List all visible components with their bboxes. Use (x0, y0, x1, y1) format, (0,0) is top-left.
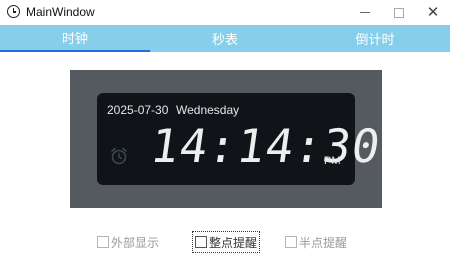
window-title: MainWindow (26, 5, 95, 19)
tab-clock[interactable]: 时钟 (0, 25, 150, 52)
checkbox-box[interactable] (97, 236, 109, 248)
tab-bar: 时钟 秒表 倒计时 (0, 25, 450, 52)
checkbox-box[interactable] (285, 236, 297, 248)
tab-stopwatch[interactable]: 秒表 (150, 25, 300, 52)
clock-frame: 2025-07-30 Wednesday 14:14:30 PM (70, 70, 384, 208)
checkbox-box[interactable] (195, 236, 207, 248)
external-display-checkbox[interactable]: 外部显示 (97, 232, 159, 252)
alarm-clock-icon (109, 146, 129, 171)
tab-label: 倒计时 (355, 32, 395, 47)
minimize-button[interactable] (350, 0, 380, 25)
maximize-button[interactable] (384, 0, 414, 25)
half-hour-reminder-checkbox[interactable]: 半点提醒 (285, 232, 347, 252)
checkbox-label: 整点提醒 (209, 235, 258, 250)
ampm-label: PM (324, 155, 341, 167)
title-bar[interactable]: MainWindow ✕ (0, 0, 450, 25)
time-display: 14:14:30 (147, 119, 385, 173)
close-button[interactable]: ✕ (418, 0, 448, 25)
hourly-reminder-checkbox[interactable]: 整点提醒 (191, 231, 261, 253)
checkbox-label: 半点提醒 (299, 235, 348, 250)
options-row: 外部显示 整点提醒 半点提醒 (0, 231, 450, 253)
tab-label: 秒表 (211, 32, 238, 47)
tab-countdown[interactable]: 倒计时 (300, 25, 450, 52)
close-icon: ✕ (426, 4, 440, 21)
clock-app-icon (7, 5, 20, 18)
minimize-icon (360, 12, 370, 13)
clock-display: 2025-07-30 Wednesday 14:14:30 PM (97, 93, 384, 185)
weekday-label: Wednesday (176, 103, 240, 117)
checkbox-label: 外部显示 (111, 235, 160, 250)
tab-label: 时钟 (61, 31, 88, 46)
maximize-icon (394, 7, 404, 18)
date-label: 2025-07-30 (107, 103, 169, 117)
